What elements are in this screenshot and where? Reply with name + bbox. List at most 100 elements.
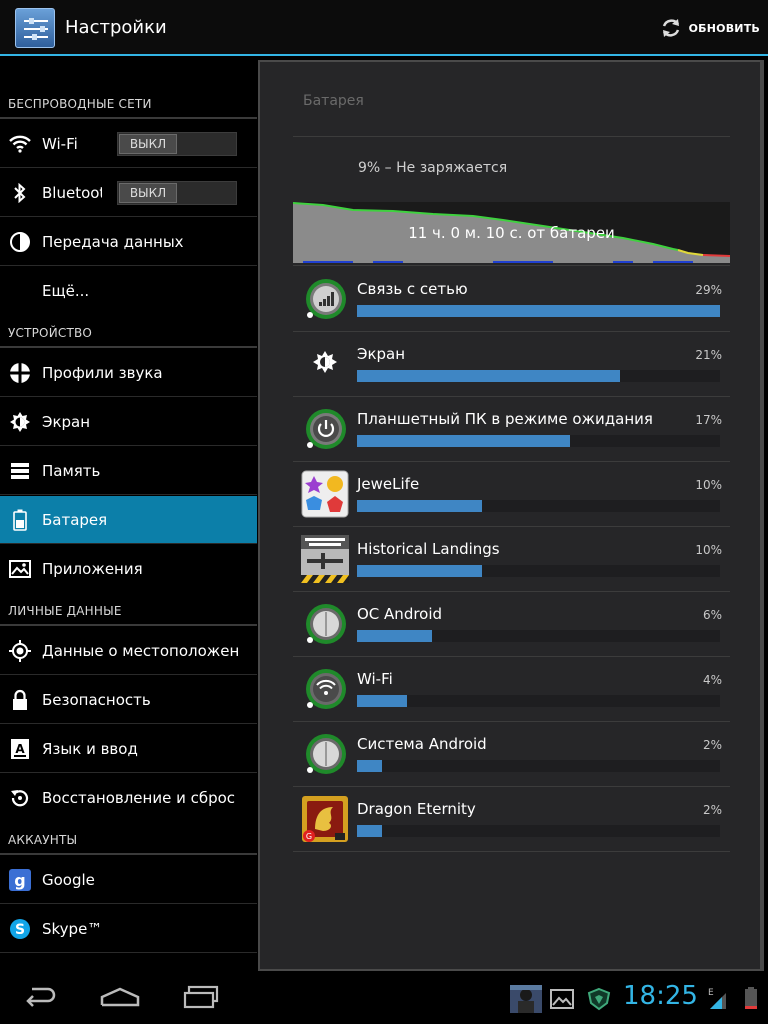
sidebar-item-data-usage[interactable]: Передача данных xyxy=(0,218,257,266)
shield-icon[interactable] xyxy=(587,987,611,1015)
section-header-device: УСТРОЙСТВО xyxy=(8,326,93,340)
recent-apps-button[interactable] xyxy=(183,985,219,1013)
settings-app-icon[interactable] xyxy=(15,8,55,48)
sidebar-item-google[interactable]: g Google xyxy=(0,856,257,904)
recent-apps-icon xyxy=(183,985,219,1009)
sidebar-item-label: Google xyxy=(42,870,95,889)
gallery-notification-icon[interactable] xyxy=(550,989,574,1013)
action-bar: Настройки ОБНОВИТЬ xyxy=(0,0,768,56)
settings-sidebar: БЕСПРОВОДНЫЕ СЕТИ Wi-Fi ВЫКЛ Bluetooth В… xyxy=(0,58,257,970)
power-icon xyxy=(301,405,349,453)
usage-bar-track xyxy=(357,825,720,837)
bluetooth-toggle[interactable]: ВЫКЛ xyxy=(117,180,237,205)
usage-bar-fill xyxy=(357,565,483,577)
restore-icon xyxy=(8,786,32,810)
usage-percent: 10% xyxy=(695,543,722,557)
usage-percent: 4% xyxy=(702,673,722,687)
usage-row-dragon-eternity[interactable]: G Dragon Eternity 2% xyxy=(293,787,730,852)
sidebar-item-label: Wi-Fi xyxy=(42,134,78,153)
usage-bar-fill xyxy=(357,760,383,772)
usage-percent: 17% xyxy=(695,413,722,427)
sidebar-item-language[interactable]: A Язык и ввод xyxy=(0,725,257,773)
sidebar-item-label: Данные о местоположении xyxy=(42,641,240,660)
sidebar-item-label: Язык и ввод xyxy=(42,739,138,758)
usage-bar-track xyxy=(357,565,720,577)
sidebar-item-location[interactable]: Данные о местоположении xyxy=(0,627,257,675)
usage-bar-track xyxy=(357,630,720,642)
refresh-icon xyxy=(662,19,679,37)
usage-row-jewelife[interactable]: JeweLife 10% xyxy=(293,462,730,527)
bluetooth-icon xyxy=(8,181,32,205)
sidebar-item-skype[interactable]: S Skype™ xyxy=(0,905,257,953)
usage-percent: 10% xyxy=(695,478,722,492)
sidebar-item-wifi[interactable]: Wi-Fi ВЫКЛ xyxy=(0,120,257,168)
usage-row-idle[interactable]: Планшетный ПК в режиме ожидания 17% xyxy=(293,397,730,462)
battery-panel-title: Батарея xyxy=(303,93,364,109)
usage-bar-track xyxy=(357,370,720,382)
cell-signal-icon xyxy=(301,275,349,323)
svg-text:S: S xyxy=(15,922,25,938)
display-icon xyxy=(8,410,32,434)
notification-avatar-icon[interactable] xyxy=(510,985,542,1017)
sidebar-item-display[interactable]: Экран xyxy=(0,398,257,446)
toggle-label: ВЫКЛ xyxy=(119,133,177,154)
sidebar-item-label: Память xyxy=(42,461,101,480)
sidebar-item-label: Экран xyxy=(42,412,91,431)
sidebar-item-security[interactable]: Безопасность xyxy=(0,676,257,724)
google-icon: g xyxy=(8,868,32,892)
usage-bar-fill xyxy=(357,305,720,317)
section-header-personal: ЛИЧНЫЕ ДАННЫЕ xyxy=(8,604,122,618)
sidebar-item-label: Ещё... xyxy=(42,282,90,300)
sidebar-item-bluetooth[interactable]: Bluetooth ВЫКЛ xyxy=(0,169,257,217)
usage-row-wifi[interactable]: Wi-Fi 4% xyxy=(293,657,730,722)
wifi-toggle[interactable]: ВЫКЛ xyxy=(117,131,237,156)
home-button[interactable] xyxy=(100,987,140,1011)
battery-time-on-battery: 11 ч. 0 м. 10 с. от батареи xyxy=(408,224,615,242)
location-icon xyxy=(8,639,32,663)
sidebar-item-backup-reset[interactable]: Восстановление и сброс xyxy=(0,774,257,822)
usage-row-historical-landings[interactable]: Historical Landings 10% xyxy=(293,527,730,592)
usage-name: Wi-Fi xyxy=(357,670,393,688)
apps-icon xyxy=(8,557,32,581)
refresh-button[interactable]: ОБНОВИТЬ xyxy=(659,13,760,43)
sidebar-item-storage[interactable]: Память xyxy=(0,447,257,495)
sidebar-item-label: Батарея xyxy=(42,510,108,529)
system-navigation-bar: 18:25 E xyxy=(0,971,768,1024)
usage-bar-fill xyxy=(357,630,433,642)
usage-name: Dragon Eternity xyxy=(357,800,476,818)
usage-bar-track xyxy=(357,305,720,317)
sidebar-item-label: Восстановление и сброс xyxy=(42,789,236,807)
sidebar-item-label: Передача данных xyxy=(42,232,184,251)
usage-percent: 29% xyxy=(695,283,722,297)
android-system-icon xyxy=(301,730,349,778)
wifi-icon xyxy=(301,665,349,713)
section-divider xyxy=(0,624,257,626)
usage-percent: 2% xyxy=(702,803,722,817)
sidebar-item-label: Безопасность xyxy=(42,690,151,709)
usage-name: Планшетный ПК в режиме ожидания xyxy=(357,410,653,428)
home-icon xyxy=(100,987,140,1007)
refresh-label: ОБНОВИТЬ xyxy=(688,21,760,35)
usage-bar-fill xyxy=(357,500,483,512)
back-button[interactable] xyxy=(22,983,58,1011)
sidebar-item-label: Приложения xyxy=(42,560,143,578)
usage-row-cell-standby[interactable]: Связь с сетью 29% xyxy=(293,267,730,332)
usage-row-android-system[interactable]: Система Android 2% xyxy=(293,722,730,787)
usage-name: Historical Landings xyxy=(357,540,500,558)
sidebar-item-sound[interactable]: Профили звука xyxy=(0,349,257,397)
sound-icon xyxy=(8,361,32,385)
usage-row-screen[interactable]: Экран 21% xyxy=(293,332,730,397)
toggle-label: ВЫКЛ xyxy=(119,182,177,203)
usage-bar-fill xyxy=(357,370,620,382)
battery-panel: Батарея 9% – Не заряжается 11 ч. 0 м. 10… xyxy=(258,60,764,971)
sidebar-item-battery[interactable]: Батарея xyxy=(0,496,257,544)
usage-name: JeweLife xyxy=(357,475,420,493)
usage-name: Связь с сетью xyxy=(357,280,468,298)
battery-history-graph[interactable]: 11 ч. 0 м. 10 с. от батареи xyxy=(293,202,730,263)
usage-row-android-os[interactable]: ОС Android 6% xyxy=(293,592,730,657)
sidebar-item-more[interactable]: Ещё... xyxy=(0,267,257,315)
sidebar-item-apps[interactable]: Приложения xyxy=(0,545,257,593)
usage-bar-track xyxy=(357,695,720,707)
section-header-accounts: АККАУНТЫ xyxy=(8,833,78,847)
historical-landings-app-icon xyxy=(301,535,349,583)
